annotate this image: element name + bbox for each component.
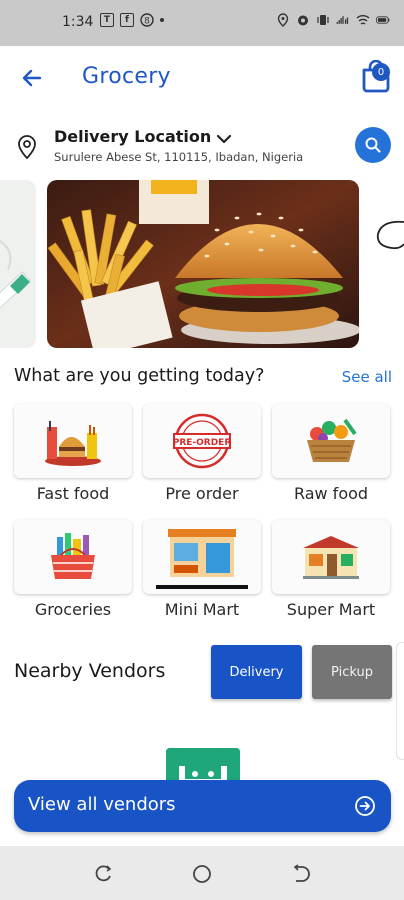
page-title: Grocery: [82, 64, 171, 89]
vendor-card-edge[interactable]: [396, 642, 404, 760]
delivery-toggle-button[interactable]: Delivery: [211, 645, 302, 699]
alarm-icon: [296, 13, 310, 27]
status-left-icons: T f 8: [100, 13, 164, 27]
category-raw-food[interactable]: Raw food: [272, 404, 390, 504]
category-tile[interactable]: [143, 520, 261, 594]
vegetable-basket-icon: [307, 418, 357, 462]
facebook-icon: f: [120, 13, 134, 27]
status-right-icons: [276, 13, 390, 27]
arrow-right-circle-icon: [354, 795, 376, 817]
currency-icon: 8: [140, 13, 154, 27]
category-label: Groceries: [34, 600, 112, 619]
signal-icon: [336, 13, 350, 27]
app-header: Grocery 0: [0, 46, 404, 110]
category-fast-food[interactable]: Fast food: [14, 404, 132, 504]
location-icon: [276, 13, 290, 27]
battery-icon: [376, 13, 390, 27]
banner-prev-card[interactable]: [0, 180, 36, 348]
category-tile[interactable]: [272, 520, 390, 594]
search-button[interactable]: [355, 127, 391, 163]
categories-header: What are you getting today? See all: [14, 364, 392, 392]
category-label: Super Mart: [286, 600, 376, 619]
promo-carousel[interactable]: [0, 180, 404, 350]
back-arrow-icon[interactable]: [20, 66, 44, 90]
system-nav-bar: [0, 846, 404, 900]
section-title: What are you getting today?: [14, 366, 265, 386]
view-all-vendors-button[interactable]: View all vendors: [14, 780, 391, 832]
status-bar: 1:34 T f 8: [0, 0, 404, 46]
cart-count-badge: 0: [372, 63, 390, 81]
view-all-vendors-label: View all vendors: [28, 794, 176, 815]
fast-food-icon: [45, 421, 101, 466]
shopping-basket-icon: [51, 533, 95, 579]
category-tile[interactable]: [272, 404, 390, 478]
see-all-link[interactable]: See all: [342, 368, 392, 386]
category-groceries[interactable]: Groceries: [14, 520, 132, 620]
search-icon: [365, 137, 381, 153]
mini-mart-icon: [156, 529, 248, 589]
chevron-down-icon[interactable]: [216, 130, 232, 144]
category-tile[interactable]: [14, 404, 132, 478]
category-super-mart[interactable]: Super Mart: [272, 520, 390, 620]
category-tile[interactable]: PRE-ORDER: [143, 404, 261, 478]
wifi-icon: [356, 13, 370, 27]
category-label: Fast food: [36, 484, 110, 503]
delivery-location-bar[interactable]: Delivery Location Surulere Abese St, 110…: [0, 124, 404, 170]
dot-icon: [160, 18, 164, 22]
location-pin-icon: [16, 134, 38, 160]
category-label: Pre order: [165, 484, 239, 503]
svg-text:8: 8: [144, 17, 150, 27]
delivery-location-title: Delivery Location: [54, 127, 212, 146]
recent-apps-icon[interactable]: [93, 863, 115, 885]
home-icon[interactable]: [191, 863, 213, 885]
category-mini-mart[interactable]: Mini Mart: [143, 520, 261, 620]
vibrate-icon: [316, 13, 330, 27]
pre-order-stamp-text: PRE-ORDER: [173, 438, 232, 448]
super-mart-icon: [303, 536, 359, 579]
category-label: Mini Mart: [164, 600, 240, 619]
promo-banner-burger[interactable]: [47, 180, 359, 348]
delivery-address: Surulere Abese St, 110115, Ibadan, Niger…: [54, 150, 304, 164]
status-time: 1:34: [62, 14, 94, 30]
pre-order-stamp-icon: PRE-ORDER: [173, 413, 232, 469]
banner-next-card[interactable]: [372, 216, 404, 256]
category-tile[interactable]: [14, 520, 132, 594]
category-label: Raw food: [293, 484, 369, 503]
category-pre-order[interactable]: PRE-ORDER Pre order: [143, 404, 261, 504]
back-nav-icon[interactable]: [289, 863, 311, 885]
pickup-toggle-button[interactable]: Pickup: [312, 645, 392, 699]
nearby-vendors-header: Nearby Vendors Delivery Pickup: [14, 644, 404, 700]
notification-t-icon: T: [100, 13, 114, 27]
nearby-vendors-title: Nearby Vendors: [14, 660, 166, 682]
